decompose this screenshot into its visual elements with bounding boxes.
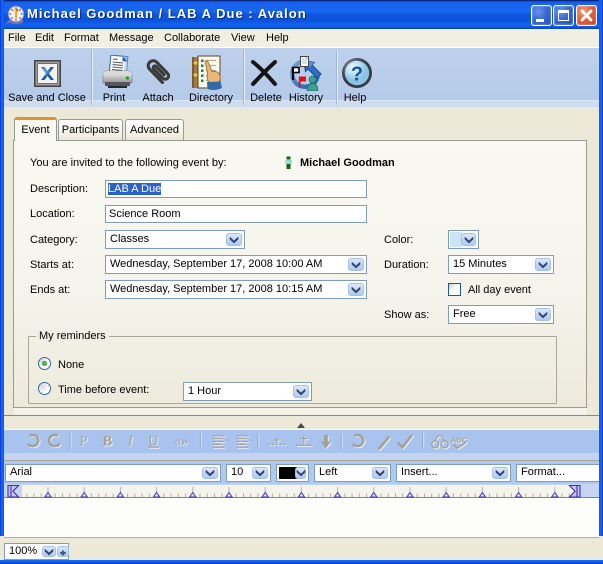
- svg-text:P: P: [79, 433, 87, 449]
- svg-text:«»: «»: [174, 433, 188, 449]
- svg-text:B: B: [103, 433, 113, 449]
- svg-text:U: U: [148, 433, 159, 449]
- svg-text:?: ?: [351, 64, 363, 86]
